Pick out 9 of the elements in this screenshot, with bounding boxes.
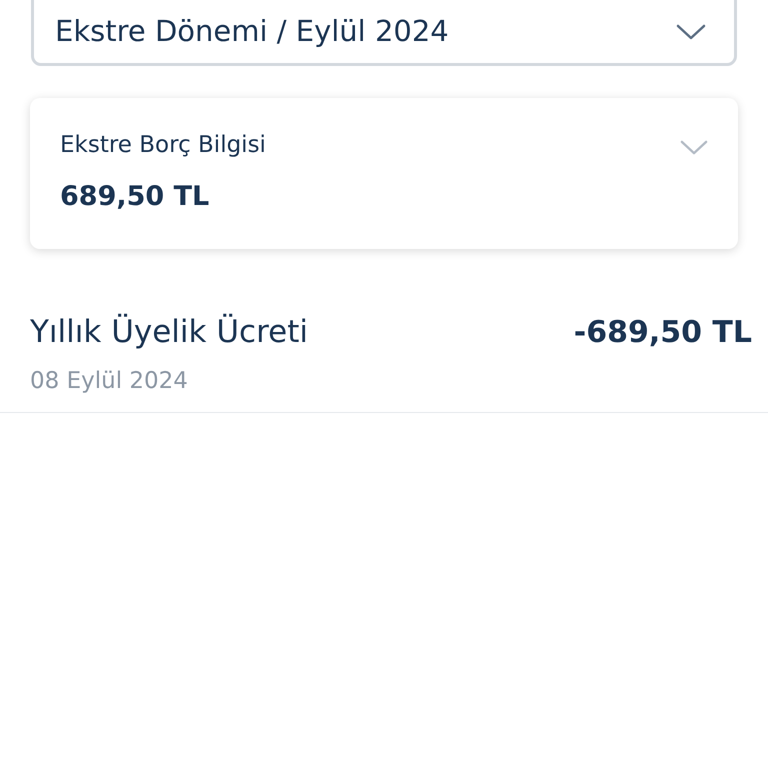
- transaction-title: Yıllık Üyelik Ücreti: [30, 312, 308, 352]
- chevron-down-icon: [676, 24, 706, 40]
- card-amount: 689,50 TL: [60, 180, 210, 214]
- transaction-date: 08 Eylül 2024: [30, 368, 188, 394]
- statement-card[interactable]: Ekstre Borç Bilgisi 689,50 TL: [30, 98, 738, 249]
- period-dropdown[interactable]: Ekstre Dönemi / Eylül 2024: [31, 0, 737, 66]
- card-label: Ekstre Borç Bilgisi: [60, 131, 266, 160]
- transaction-amount: -689,50 TL: [574, 314, 752, 352]
- chevron-down-icon: [680, 140, 708, 155]
